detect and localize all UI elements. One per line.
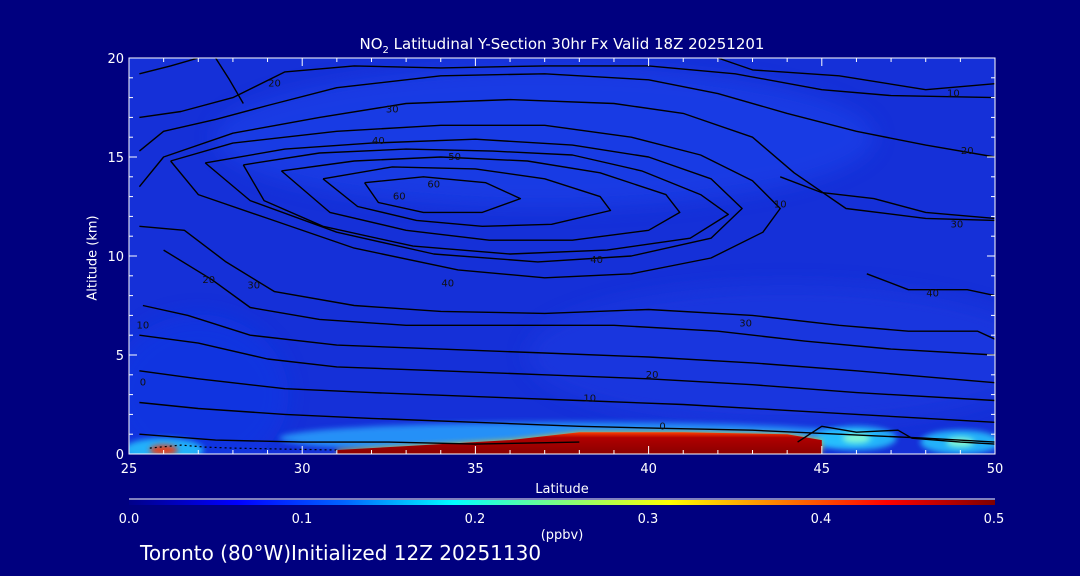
contour-label: 30 — [247, 281, 260, 292]
contour-label: 20 — [646, 370, 659, 381]
x-axis-label: Latitude — [535, 482, 589, 497]
contour-label: 60 — [393, 192, 406, 203]
x-tick-label: 35 — [467, 462, 484, 477]
contour-label: 40 — [926, 289, 939, 300]
y-tick-label: 10 — [107, 250, 124, 265]
y-axis-label: Altitude (km) — [85, 215, 101, 301]
colorbar — [129, 500, 995, 505]
x-tick-label: 25 — [121, 462, 138, 477]
contour-label: 20 — [961, 146, 974, 157]
contour-label: 40 — [372, 136, 385, 147]
contour-label: 40 — [441, 279, 454, 290]
footer-initialization: Toronto (80°W)Initialized 12Z 20251130 — [140, 541, 542, 565]
chart-title: NO2 Latitudinal Y-Section 30hr Fx Valid … — [359, 35, 765, 56]
contour-label: 20 — [202, 275, 215, 286]
colorbar-tick-label: 0.2 — [464, 512, 486, 527]
y-tick-label: 0 — [116, 448, 124, 463]
colorbar-tick-label: 0.5 — [983, 512, 1005, 527]
contour-label: 60 — [427, 180, 440, 191]
contour-label: 20 — [268, 79, 281, 90]
contour-label: 30 — [739, 318, 752, 329]
contour-label: 10 — [947, 89, 960, 100]
contour-label: 10 — [137, 320, 150, 331]
contour-label: 30 — [386, 105, 399, 116]
colorbar-tick-label: 0.1 — [291, 512, 313, 527]
contour-label: 50 — [448, 152, 461, 163]
contour-label: 0 — [659, 421, 665, 432]
contour-label: 30 — [951, 219, 964, 230]
x-tick-label: 45 — [814, 462, 831, 477]
contour-label: 40 — [590, 255, 603, 266]
x-tick-label: 30 — [294, 462, 311, 477]
colorbar-tick-label: 0.4 — [810, 512, 832, 527]
contour-label: 10 — [583, 394, 596, 405]
colorbar-tick-label: 0.3 — [637, 512, 659, 527]
contour-label: 10 — [774, 200, 787, 211]
x-tick-label: 50 — [987, 462, 1004, 477]
colorbar-units: (ppbv) — [540, 528, 584, 543]
contour-label: 0 — [140, 378, 146, 389]
y-tick-label: 5 — [116, 349, 124, 364]
y-tick-label: 15 — [107, 151, 124, 166]
plot-area: 20 30 40 50 60 60 40 40 30 20 10 0 10 30 20 10 0 10 20 30 40 — [129, 58, 995, 454]
field-haze — [214, 67, 875, 208]
x-tick-label: 40 — [640, 462, 657, 477]
colorbar-tick-label: 0.0 — [118, 512, 140, 527]
